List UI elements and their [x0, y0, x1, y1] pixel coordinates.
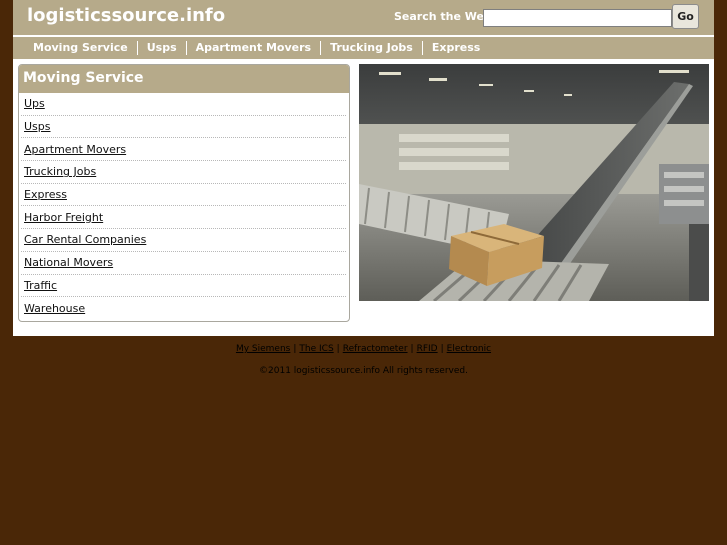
footer-link-my-siemens[interactable]: My Siemens	[236, 344, 290, 354]
footer-link-the-ics[interactable]: The ICS	[299, 344, 333, 354]
nav-item-trucking-jobs[interactable]: Trucking Jobs	[321, 41, 422, 55]
footer-separator: |	[440, 344, 444, 354]
sidebar-link-express[interactable]: Express	[21, 188, 67, 201]
sidebar-link-national-movers[interactable]: National Movers	[21, 256, 113, 269]
site-title[interactable]: logisticssource.info	[27, 5, 225, 26]
search-label: Search the Web:	[394, 10, 497, 23]
sidebar-link-ups[interactable]: Ups	[21, 97, 45, 110]
top-navigation: Moving Service Usps Apartment Movers Tru…	[13, 37, 714, 59]
page-container: logisticssource.info Search the Web: Go …	[13, 0, 714, 336]
search-input[interactable]	[483, 9, 672, 27]
sidebar-link-list: Ups Usps Apartment Movers Trucking Jobs …	[19, 93, 349, 320]
sidebar-box: Moving Service Ups Usps Apartment Movers…	[18, 64, 350, 322]
header-bar: logisticssource.info Search the Web: Go	[13, 0, 714, 35]
sidebar-title: Moving Service	[23, 70, 144, 86]
footer-separator: |	[410, 344, 414, 354]
sidebar-link-harbor-freight[interactable]: Harbor Freight	[21, 211, 103, 224]
footer-link-electronic[interactable]: Electronic	[447, 344, 491, 354]
footer-link-rfid[interactable]: RFID	[417, 344, 438, 354]
sidebar-header: Moving Service	[19, 65, 349, 93]
list-item: Car Rental Companies	[21, 229, 346, 252]
sidebar-link-trucking-jobs[interactable]: Trucking Jobs	[21, 165, 96, 178]
list-item: Harbor Freight	[21, 206, 346, 230]
footer-links: My Siemens | The ICS | Refractometer | RFID | El…	[0, 344, 727, 354]
sidebar-link-traffic[interactable]: Traffic	[21, 279, 57, 292]
list-item: Trucking Jobs	[21, 161, 346, 184]
list-item: Warehouse	[21, 297, 346, 320]
list-item: Apartment Movers	[21, 138, 346, 162]
sidebar-link-warehouse[interactable]: Warehouse	[21, 302, 85, 315]
sidebar-link-apartment-movers[interactable]: Apartment Movers	[21, 143, 126, 156]
copyright-text: ©2011 logisticssource.info All rights re…	[259, 366, 468, 376]
sidebar-link-usps[interactable]: Usps	[21, 120, 51, 133]
hero-image-warehouse-conveyor	[359, 64, 709, 301]
footer-link-refractometer[interactable]: Refractometer	[343, 344, 408, 354]
nav-item-apartment-movers[interactable]: Apartment Movers	[187, 41, 320, 55]
list-item: National Movers	[21, 252, 346, 275]
list-item: Ups	[21, 93, 346, 116]
sidebar-link-car-rental-companies[interactable]: Car Rental Companies	[21, 233, 146, 246]
footer-separator: |	[336, 344, 340, 354]
nav-item-moving-service[interactable]: Moving Service	[24, 41, 137, 55]
list-item: Traffic	[21, 275, 346, 298]
nav-item-usps[interactable]: Usps	[138, 41, 186, 55]
nav-item-express[interactable]: Express	[423, 41, 489, 55]
go-button[interactable]: Go	[672, 4, 699, 29]
list-item: Express	[21, 184, 346, 207]
list-item: Usps	[21, 116, 346, 139]
